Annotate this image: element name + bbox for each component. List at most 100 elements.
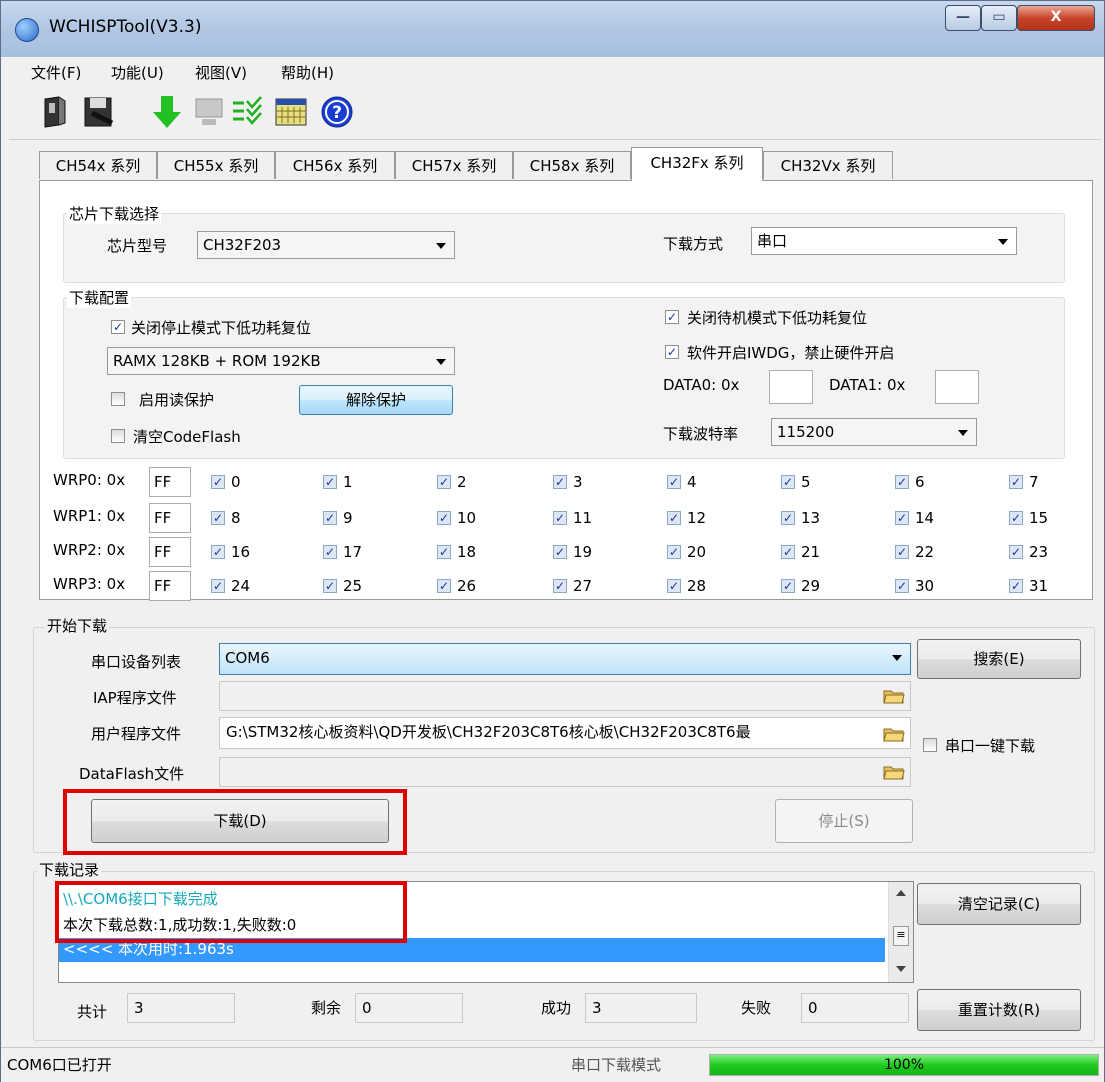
wrp-bit-checkbox[interactable]: ✓ [1009, 475, 1023, 489]
chip-model-select[interactable]: CH32F203 [197, 231, 455, 259]
wrp-label: WRP2: 0x [53, 541, 126, 559]
wrp-bit-checkbox[interactable]: ✓ [781, 475, 795, 489]
chevron-down-icon [998, 239, 1008, 245]
menu-view[interactable]: 视图(V) [195, 62, 247, 83]
close-button[interactable]: X [1017, 5, 1095, 31]
monitor-icon[interactable] [191, 93, 227, 131]
tab-ch58x[interactable]: CH58x 系列 [513, 151, 631, 179]
wrp-bit-checkbox[interactable]: ✓ [1009, 579, 1023, 593]
wrp-bit-checkbox[interactable]: ✓ [781, 545, 795, 559]
ram-rom-select[interactable]: RAMX 128KB + ROM 192KB [107, 347, 455, 375]
wrp-bit-checkbox[interactable]: ✓ [553, 545, 567, 559]
wrp-bit-checkbox[interactable]: ✓ [323, 545, 337, 559]
wrp-bit-checkbox[interactable]: ✓ [667, 511, 681, 525]
folder-open-icon[interactable] [883, 725, 905, 743]
wrp-bit-checkbox[interactable]: ✓ [437, 511, 451, 525]
data1-input[interactable] [935, 370, 979, 404]
wrp-bit-checkbox[interactable]: ✓ [211, 511, 225, 525]
wrp-bit-checkbox[interactable]: ✓ [895, 579, 909, 593]
standby-reset-checkbox[interactable]: ✓ [665, 310, 679, 324]
dataflash-file-input[interactable] [219, 757, 911, 787]
tab-ch54x[interactable]: CH54x 系列 [39, 151, 157, 179]
wrp-bit-label: 19 [573, 543, 593, 561]
wrp-bit-checkbox[interactable]: ✓ [323, 475, 337, 489]
folder-open-icon[interactable] [883, 687, 905, 705]
wrp-bit-label: 31 [1029, 577, 1049, 595]
scroll-up-icon[interactable] [896, 890, 906, 896]
wrp-value-input[interactable]: FF [149, 503, 191, 533]
wrp-bit-checkbox[interactable]: ✓ [553, 475, 567, 489]
menu-file[interactable]: 文件(F) [31, 62, 81, 83]
wrp-bit-checkbox[interactable]: ✓ [211, 579, 225, 593]
open-icon[interactable] [37, 93, 73, 131]
wrp-bit-label: 15 [1029, 509, 1049, 527]
wrp-bit-checkbox[interactable]: ✓ [323, 579, 337, 593]
serial-port-select[interactable]: COM6 [219, 643, 911, 675]
tab-ch57x[interactable]: CH57x 系列 [395, 151, 513, 179]
wrp-bit-checkbox[interactable]: ✓ [437, 475, 451, 489]
unprotect-button[interactable]: 解除保护 [299, 385, 453, 415]
wrp-value-input[interactable]: FF [149, 467, 191, 497]
read-protect-checkbox[interactable] [111, 392, 125, 406]
data0-input[interactable] [769, 370, 813, 404]
stop-reset-checkbox[interactable]: ✓ [111, 320, 125, 334]
calendar-icon[interactable] [273, 93, 309, 131]
wrp-bit-checkbox[interactable]: ✓ [1009, 545, 1023, 559]
wrp-bit-checkbox[interactable]: ✓ [781, 579, 795, 593]
tab-ch56x[interactable]: CH56x 系列 [275, 151, 395, 179]
wrp-bit-checkbox[interactable]: ✓ [437, 545, 451, 559]
wrp-bit-checkbox[interactable]: ✓ [781, 511, 795, 525]
log-group-label: 下载记录 [37, 859, 102, 880]
wrp-bit-checkbox[interactable]: ✓ [895, 511, 909, 525]
menu-help[interactable]: 帮助(H) [281, 62, 334, 83]
scroll-thumb[interactable]: ≡ [893, 926, 909, 946]
stop-button[interactable]: 停止(S) [775, 799, 913, 843]
chip-model-label: 芯片型号 [107, 237, 168, 255]
save-icon[interactable] [81, 93, 117, 131]
wrp-bit-checkbox[interactable]: ✓ [895, 475, 909, 489]
menu-function[interactable]: 功能(U) [111, 62, 164, 83]
scroll-down-icon[interactable] [896, 966, 906, 972]
serial-port-label: 串口设备列表 [91, 653, 182, 671]
reset-count-button[interactable]: 重置计数(R) [917, 989, 1081, 1031]
iap-file-input[interactable] [219, 681, 911, 711]
search-button[interactable]: 搜索(E) [917, 639, 1081, 679]
wrp-bit-checkbox[interactable]: ✓ [211, 475, 225, 489]
iwdg-checkbox[interactable]: ✓ [665, 345, 679, 359]
baud-select[interactable]: 115200 [771, 418, 977, 446]
toolbar: ? [9, 87, 1101, 140]
chip-select-group-label: 芯片下载选择 [67, 203, 162, 224]
wrp-bit-checkbox[interactable]: ✓ [1009, 511, 1023, 525]
wrp-bit-checkbox[interactable]: ✓ [437, 579, 451, 593]
tab-ch55x[interactable]: CH55x 系列 [157, 151, 275, 179]
download-mode-select[interactable]: 串口 [751, 227, 1017, 255]
wrp-bit-label: 20 [687, 543, 707, 561]
tab-ch32vx[interactable]: CH32Vx 系列 [763, 151, 893, 179]
wrp-bit-label: 3 [573, 473, 583, 491]
oneclick-download-checkbox[interactable] [923, 738, 937, 752]
tab-ch32fx[interactable]: CH32Fx 系列 [631, 147, 763, 181]
fail-value: 0 [801, 993, 909, 1023]
clear-codeflash-checkbox[interactable] [111, 429, 125, 443]
help-icon[interactable]: ? [319, 93, 355, 131]
wrp-bit-checkbox[interactable]: ✓ [667, 475, 681, 489]
wrp-bit-checkbox[interactable]: ✓ [667, 579, 681, 593]
list-check-icon[interactable] [229, 93, 265, 131]
download-icon[interactable] [149, 93, 185, 131]
wrp-label: WRP1: 0x [53, 507, 126, 525]
clear-log-button[interactable]: 清空记录(C) [917, 883, 1081, 925]
wrp-bit-checkbox[interactable]: ✓ [553, 579, 567, 593]
maximize-button[interactable]: ▭ [981, 5, 1017, 31]
wrp-bit-label: 6 [915, 473, 925, 491]
wrp-bit-checkbox[interactable]: ✓ [667, 545, 681, 559]
wrp-value-input[interactable]: FF [149, 571, 191, 601]
folder-open-icon[interactable] [883, 763, 905, 781]
wrp-bit-checkbox[interactable]: ✓ [895, 545, 909, 559]
minimize-button[interactable]: — [945, 5, 981, 31]
user-file-input[interactable]: G:\STM32核心板资料\QD开发板\CH32F203C8T6核心板\CH32… [219, 717, 911, 749]
wrp-bit-checkbox[interactable]: ✓ [553, 511, 567, 525]
wrp-bit-checkbox[interactable]: ✓ [323, 511, 337, 525]
log-scrollbar[interactable]: ≡ [888, 882, 913, 982]
wrp-bit-checkbox[interactable]: ✓ [211, 545, 225, 559]
wrp-value-input[interactable]: FF [149, 537, 191, 567]
